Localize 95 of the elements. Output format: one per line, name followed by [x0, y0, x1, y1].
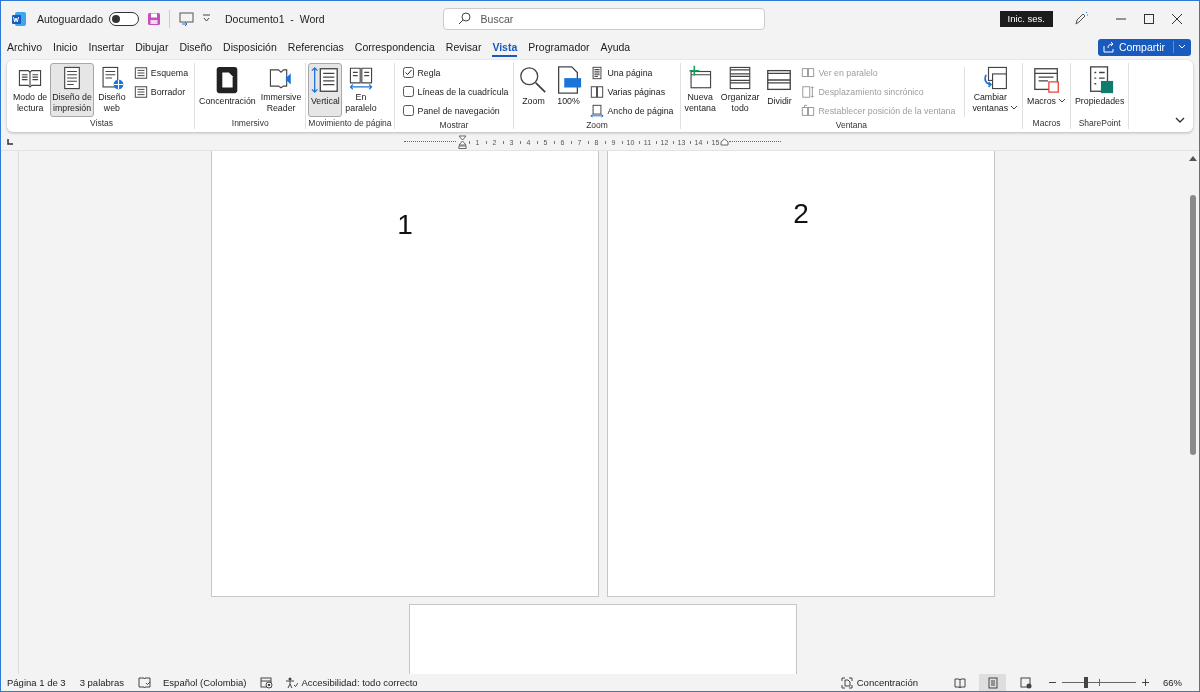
sign-in-button[interactable]: Inic. ses.	[999, 10, 1053, 27]
group-label: Mostrar	[438, 120, 470, 131]
slider-thumb[interactable]	[1083, 677, 1088, 688]
globe-page-icon	[1019, 676, 1032, 689]
page-text: 1	[397, 209, 413, 242]
ribbon-button[interactable]: Macros	[1025, 63, 1068, 117]
scrollbar-thumb[interactable]	[1190, 195, 1196, 455]
zoom-percentage[interactable]: 66%	[1163, 677, 1189, 688]
ribbon-button[interactable]: Modo de lectura	[11, 63, 50, 117]
record-macro-icon[interactable]	[260, 676, 274, 689]
ribbon-tab[interactable]: Programador	[528, 37, 590, 57]
group-label: Zoom	[585, 120, 609, 131]
document-title: Documento1 - Word	[225, 12, 325, 25]
ribbon-button[interactable]: Diseño web	[94, 63, 129, 117]
page-icon	[986, 676, 999, 689]
ribbon-button[interactable]: Borrador	[132, 82, 190, 101]
checkbox[interactable]	[402, 86, 414, 97]
ribbon-button[interactable]: Vertical	[308, 63, 343, 117]
zoom-in-icon[interactable]	[1141, 678, 1150, 687]
ribbon-button[interactable]: Concentración	[197, 63, 258, 117]
checkbox-label[interactable]: Líneas de la cuadrícula	[417, 86, 509, 97]
magnifier-icon	[518, 65, 549, 95]
language-label[interactable]: Español (Colombia)	[163, 677, 247, 688]
group-label: Inmersivo	[230, 118, 270, 129]
accessibility-status[interactable]: Accesibilidad: todo correcto	[301, 677, 418, 688]
ribbon-button[interactable]: Diseño de impresión	[50, 63, 94, 117]
indent-marker-icon[interactable]	[720, 138, 729, 146]
search-field[interactable]: Buscar	[442, 7, 765, 30]
indent-marker-icon[interactable]	[458, 135, 467, 149]
accessibility-icon[interactable]	[285, 676, 299, 689]
group-label: Macros	[1031, 118, 1062, 129]
screen-arrow-icon[interactable]	[179, 11, 194, 26]
ribbon-tab[interactable]: Dibujar	[135, 37, 169, 57]
word-logo-icon[interactable]	[11, 10, 27, 27]
tab-stop-icon[interactable]	[6, 138, 14, 146]
ribbon-tab[interactable]: Ayuda	[600, 37, 631, 57]
checkbox-label[interactable]: Panel de navegación	[417, 105, 500, 116]
ribbon-tab[interactable]: Correspondencia	[354, 37, 435, 57]
checkbox-label[interactable]: Regla	[417, 67, 441, 78]
ribbon-button[interactable]: Varias páginas	[589, 82, 675, 101]
book-check-icon[interactable]	[138, 676, 151, 689]
reset-windows-icon	[801, 103, 816, 118]
focus-mode-button[interactable]: Concentración	[834, 675, 924, 690]
ribbon-button[interactable]: Propiedades	[1072, 63, 1127, 117]
share-icon	[1102, 41, 1115, 53]
ribbon-button[interactable]: Dividir	[762, 63, 797, 117]
focus-icon	[840, 676, 853, 689]
ribbon-tab[interactable]: Vista	[492, 37, 518, 57]
search-input[interactable]: Buscar	[478, 11, 683, 26]
ribbon-button[interactable]: Cambiar ventanas	[970, 63, 1021, 117]
ribbon-tab[interactable]: Inicio	[53, 37, 78, 57]
ribbon-button[interactable]: En paralelo	[343, 63, 379, 117]
ribbon-button[interactable]: Zoom	[516, 63, 551, 117]
page-count[interactable]: Página 1 de 3	[7, 677, 66, 688]
page-icon	[590, 65, 605, 80]
ribbon-tab[interactable]: Diseño	[179, 37, 213, 57]
ribbon-button[interactable]: Organizar todo	[718, 63, 762, 117]
side-by-side-icon	[801, 65, 816, 80]
autosave-label: Autoguardado	[37, 12, 103, 25]
collapse-ribbon-icon[interactable]	[1175, 117, 1185, 124]
group-label: Vistas	[89, 118, 114, 129]
ribbon-tab[interactable]: Revisar	[445, 37, 482, 57]
share-button[interactable]: Compartir	[1097, 38, 1191, 56]
group-label: Ventana	[834, 120, 868, 131]
autosave-toggle[interactable]	[109, 11, 139, 26]
ribbon-button[interactable]: 100%	[551, 63, 586, 117]
word-count[interactable]: 3 palabras	[79, 677, 124, 688]
ribbon-button[interactable]: Nueva ventana	[682, 63, 718, 117]
checkbox[interactable]	[402, 105, 414, 116]
ribbon-button[interactable]: Immersive Reader	[258, 63, 304, 117]
pages-icon	[590, 84, 605, 99]
ribbon-button[interactable]: Esquema	[132, 63, 190, 82]
ribbon-tab[interactable]: Disposición	[223, 37, 277, 57]
scroll-up-icon[interactable]	[1189, 155, 1197, 161]
ribbon-tab[interactable]: Insertar	[88, 37, 125, 57]
customize-caret-icon[interactable]	[202, 14, 211, 23]
ribbon-tab[interactable]: Archivo	[7, 37, 42, 57]
list-icon	[133, 84, 148, 99]
book-icon	[953, 676, 966, 689]
group-label: Movimiento de página	[308, 118, 392, 129]
save-icon[interactable]	[147, 11, 161, 26]
pen-icon[interactable]	[1073, 10, 1089, 27]
ribbon-button[interactable]: Una página	[589, 63, 675, 82]
checkbox[interactable]	[402, 67, 414, 78]
vertical-page-icon	[310, 65, 341, 95]
ribbon-tab[interactable]: Referencias	[287, 37, 344, 57]
ribbon-button[interactable]: Ancho de página	[589, 101, 675, 120]
list-icon	[133, 65, 148, 80]
caret-icon	[1178, 44, 1186, 50]
group-label: SharePoint	[1077, 118, 1122, 129]
sync-scroll-icon	[801, 84, 816, 99]
page-width-icon	[590, 103, 605, 118]
search-icon	[457, 12, 471, 25]
page-text: 2	[793, 198, 809, 231]
macro-icon	[1031, 65, 1062, 95]
